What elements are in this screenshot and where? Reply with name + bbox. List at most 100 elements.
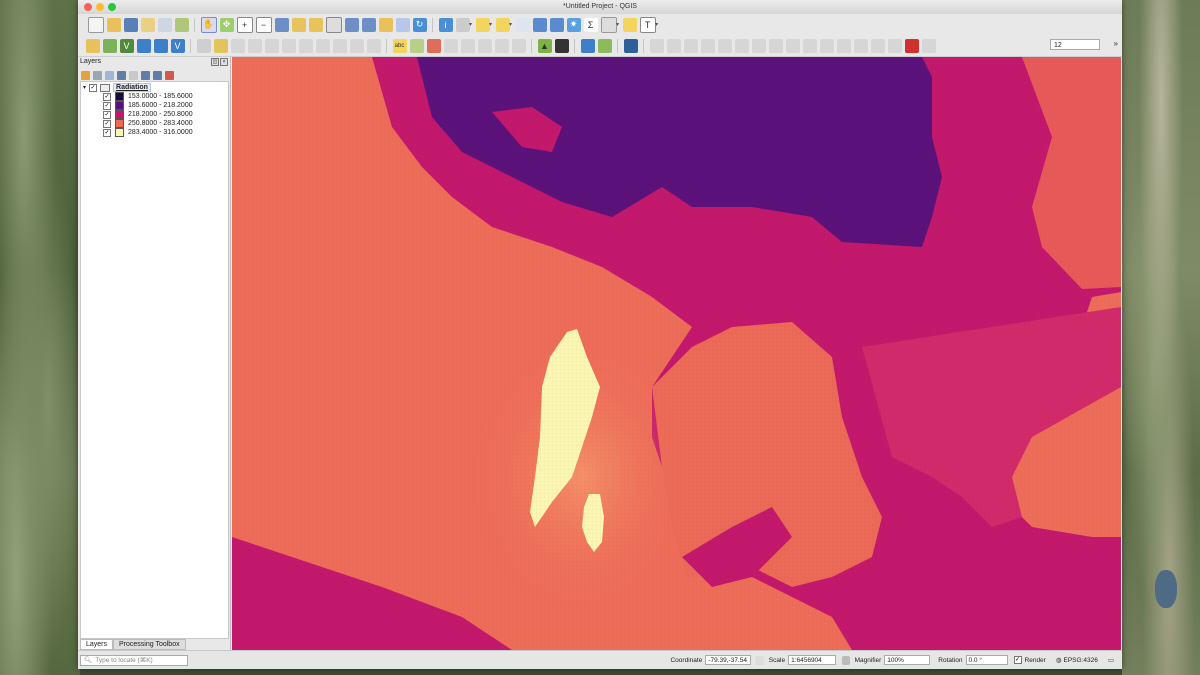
locator-search[interactable]: 🔍︎ Type to locate (⌘K) xyxy=(80,654,188,666)
add-spatialite-icon[interactable] xyxy=(136,38,151,53)
zoom-to-selection-icon[interactable] xyxy=(291,17,306,32)
advanced-digitize-5-icon[interactable] xyxy=(717,38,732,53)
panel-float-icon[interactable]: ◫ xyxy=(211,58,219,66)
snapping-magnet-icon[interactable] xyxy=(904,38,919,53)
save-project-icon[interactable] xyxy=(123,17,138,32)
pan-to-selection-icon[interactable]: ✥ xyxy=(219,17,234,32)
snapping-options-icon[interactable] xyxy=(921,38,936,53)
advanced-digitize-10-icon[interactable] xyxy=(802,38,817,53)
zoom-to-layer-icon[interactable] xyxy=(308,17,323,32)
panel-close-icon[interactable]: × xyxy=(220,58,228,66)
vertex-tool-icon[interactable] xyxy=(264,38,279,53)
gps-icon[interactable] xyxy=(554,38,569,53)
new-print-layout-icon[interactable] xyxy=(140,17,155,32)
scale-field[interactable]: 1:6456904 xyxy=(788,655,837,665)
open-project-icon[interactable] xyxy=(106,17,121,32)
class-visibility-checkbox[interactable]: ✓ xyxy=(103,92,111,101)
add-postgis-icon[interactable] xyxy=(153,38,168,53)
add-virtual-layer-icon[interactable]: V xyxy=(170,38,185,53)
toggle-extents-icon[interactable] xyxy=(755,655,765,665)
collapse-arrow-icon[interactable]: ▾ xyxy=(83,84,86,91)
magnifier-field[interactable]: 100% xyxy=(884,655,931,665)
pin-labels-icon[interactable] xyxy=(443,38,458,53)
metasearch-icon[interactable] xyxy=(623,38,638,53)
change-label-icon[interactable] xyxy=(511,38,526,53)
identify-features-icon[interactable]: i xyxy=(438,17,453,32)
redo-icon[interactable] xyxy=(366,38,381,53)
plugin-icon[interactable] xyxy=(597,38,612,53)
collapse-all-icon[interactable] xyxy=(153,70,162,80)
advanced-digitize-4-icon[interactable] xyxy=(700,38,715,53)
rotate-label-icon[interactable] xyxy=(494,38,509,53)
toggle-editing-icon[interactable] xyxy=(213,38,228,53)
current-edits-icon[interactable] xyxy=(196,38,211,53)
georeferencer-icon[interactable]: ▲ xyxy=(537,38,552,53)
new-3d-map-view-icon[interactable] xyxy=(395,17,410,32)
save-edits-icon[interactable] xyxy=(230,38,245,53)
python-console-icon[interactable] xyxy=(580,38,595,53)
tab-processing-toolbox[interactable]: Processing Toolbox xyxy=(113,639,186,650)
measure-line-icon[interactable] xyxy=(600,16,617,33)
class-visibility-checkbox[interactable]: ✓ xyxy=(103,101,111,110)
advanced-digitize-12-icon[interactable] xyxy=(836,38,851,53)
zoom-window-button[interactable] xyxy=(108,3,116,11)
add-group-icon[interactable] xyxy=(93,70,102,80)
advanced-digitize-1-icon[interactable] xyxy=(649,38,664,53)
refresh-icon[interactable]: ↻ xyxy=(412,17,427,32)
map-tips-icon[interactable] xyxy=(622,17,637,32)
coordinate-field[interactable]: -79.39,-37.54 xyxy=(705,655,752,665)
layer-styling-icon[interactable] xyxy=(81,70,90,80)
run-action-icon[interactable] xyxy=(455,17,470,32)
close-window-button[interactable] xyxy=(84,3,92,11)
toolbar-overflow-icon[interactable]: » xyxy=(1114,39,1118,48)
legend-class-row[interactable]: ✓ 185.6000 - 218.2000 xyxy=(103,101,193,110)
statistical-summary-icon[interactable]: Σ xyxy=(583,17,598,32)
advanced-digitize-6-icon[interactable] xyxy=(734,38,749,53)
advanced-digitize-14-icon[interactable] xyxy=(870,38,885,53)
lock-scale-icon[interactable] xyxy=(842,655,851,665)
label-tool-icon[interactable]: abc xyxy=(392,38,407,53)
legend-class-row[interactable]: ✓ 153.0000 - 185.6000 xyxy=(103,92,193,101)
copy-features-icon[interactable] xyxy=(315,38,330,53)
crs-button[interactable]: EPSG:4326 xyxy=(1064,657,1098,664)
snapping-tolerance-field[interactable]: 12 xyxy=(1050,39,1100,50)
toolbox-gear-icon[interactable]: ✷ xyxy=(566,17,581,32)
zoom-out-icon[interactable]: − xyxy=(255,16,272,33)
text-annotation-icon[interactable]: T xyxy=(639,16,656,33)
pan-map-icon[interactable]: ✋ xyxy=(200,16,217,33)
advanced-digitize-15-icon[interactable] xyxy=(887,38,902,53)
tab-layers[interactable]: Layers xyxy=(80,639,114,650)
advanced-digitize-8-icon[interactable] xyxy=(768,38,783,53)
layer-row-radiation[interactable]: ▾ ✓ Radiation xyxy=(83,83,151,92)
zoom-in-icon[interactable]: + xyxy=(236,16,253,33)
delete-selected-icon[interactable] xyxy=(281,38,296,53)
new-map-view-icon[interactable] xyxy=(378,17,393,32)
legend-class-row[interactable]: ✓ 218.2000 - 250.8000 xyxy=(103,110,193,119)
add-delimited-text-icon[interactable]: V xyxy=(119,38,134,53)
filter-legend-icon[interactable] xyxy=(117,70,126,80)
move-label-icon[interactable] xyxy=(477,38,492,53)
show-hide-labels-icon[interactable] xyxy=(460,38,475,53)
zoom-next-icon[interactable] xyxy=(361,17,376,32)
layout-manager-icon[interactable] xyxy=(157,17,172,32)
advanced-digitize-7-icon[interactable] xyxy=(751,38,766,53)
minimize-window-button[interactable] xyxy=(96,3,104,11)
advanced-digitize-3-icon[interactable] xyxy=(683,38,698,53)
rotation-field[interactable]: 0.0 ° xyxy=(965,655,1008,665)
add-vector-layer-icon[interactable] xyxy=(102,38,117,53)
zoom-native-icon[interactable] xyxy=(325,16,342,33)
manage-map-themes-icon[interactable] xyxy=(105,70,114,80)
advanced-digitize-11-icon[interactable] xyxy=(819,38,834,53)
legend-class-row[interactable]: ✓ 250.8000 - 283.4000 xyxy=(103,119,193,128)
class-visibility-checkbox[interactable]: ✓ xyxy=(103,119,111,128)
filter-expression-icon[interactable] xyxy=(129,70,138,80)
zoom-last-icon[interactable] xyxy=(344,17,359,32)
remove-layer-icon[interactable] xyxy=(165,70,174,80)
messages-icon[interactable]: ▭ xyxy=(1108,656,1114,664)
map-canvas[interactable] xyxy=(232,57,1121,650)
new-project-icon[interactable] xyxy=(87,16,104,33)
paste-features-icon[interactable] xyxy=(332,38,347,53)
class-visibility-checkbox[interactable]: ✓ xyxy=(103,110,111,119)
data-source-manager-icon[interactable] xyxy=(85,38,100,53)
layer-visibility-checkbox[interactable]: ✓ xyxy=(89,83,98,92)
